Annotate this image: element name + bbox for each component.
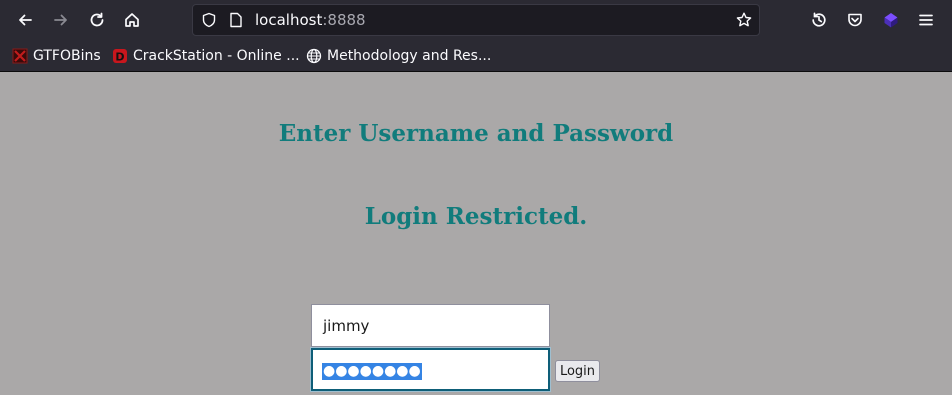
bookmarks-toolbar: GTFOBins D CrackStation - Online ... Met… xyxy=(0,40,952,72)
bookmark-label: CrackStation - Online ... xyxy=(133,48,300,64)
bookmark-label: GTFOBins xyxy=(33,48,101,64)
history-button[interactable] xyxy=(807,8,831,32)
home-icon xyxy=(125,13,139,27)
pocket-icon xyxy=(848,13,862,27)
shield-icon[interactable] xyxy=(201,12,217,28)
status-message: Login Restricted. xyxy=(364,203,588,230)
forward-button[interactable] xyxy=(49,8,73,32)
extension-button[interactable] xyxy=(879,8,903,32)
url-port: :8888 xyxy=(322,11,366,29)
globe-icon xyxy=(306,48,322,64)
browser-toolbar: localhost:8888 xyxy=(0,0,952,40)
page-content: Enter Username and Password Login Restri… xyxy=(0,73,952,395)
home-button[interactable] xyxy=(120,8,144,32)
reload-button[interactable] xyxy=(85,8,109,32)
login-button[interactable]: Login xyxy=(555,360,600,382)
reload-icon xyxy=(90,12,104,27)
arrow-right-icon xyxy=(54,14,67,26)
menu-button[interactable] xyxy=(914,8,938,32)
history-icon xyxy=(812,12,826,27)
bookmark-label: Methodology and Res... xyxy=(327,48,492,64)
url-host: localhost xyxy=(255,11,323,29)
crackstation-favicon: D xyxy=(112,48,128,64)
username-input[interactable]: jimmy xyxy=(311,304,550,347)
back-button[interactable] xyxy=(13,8,37,32)
password-masked-value: ●●●●●●●● xyxy=(322,363,422,380)
arrow-left-icon xyxy=(19,14,32,26)
pocket-button[interactable] xyxy=(843,8,867,32)
address-bar[interactable]: localhost:8888 xyxy=(192,4,760,36)
url-text[interactable]: localhost:8888 xyxy=(255,11,366,29)
purple-cube-icon xyxy=(884,13,898,28)
gtfobins-favicon xyxy=(12,48,28,64)
svg-text:D: D xyxy=(115,50,124,63)
page-heading: Enter Username and Password xyxy=(278,120,674,147)
bookmark-methodology[interactable]: Methodology and Res... xyxy=(306,46,491,66)
bookmark-crackstation[interactable]: D CrackStation - Online ... xyxy=(112,46,300,66)
bookmark-star-icon[interactable] xyxy=(735,11,753,29)
password-input[interactable]: ●●●●●●●● xyxy=(310,347,551,392)
hamburger-menu-icon xyxy=(919,14,933,26)
username-value: jimmy xyxy=(323,317,370,335)
bookmark-gtfobins[interactable]: GTFOBins xyxy=(12,46,101,66)
page-icon[interactable] xyxy=(229,12,243,28)
